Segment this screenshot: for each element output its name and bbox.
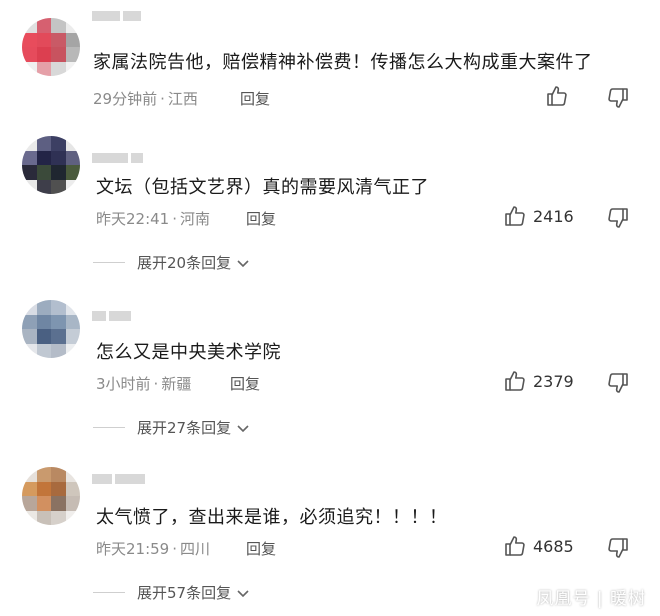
thumbs-up-icon — [505, 206, 525, 226]
comment-location: 河南 — [180, 210, 211, 228]
chevron-down-icon — [237, 424, 249, 432]
username-redacted — [92, 306, 182, 321]
thumbs-down-icon — [608, 373, 628, 393]
avatar[interactable] — [22, 136, 80, 194]
username-redacted — [92, 148, 182, 163]
thumbs-down-icon — [608, 208, 628, 228]
like-count: 4685 — [533, 536, 574, 556]
reply-button[interactable]: 回复 — [246, 538, 276, 559]
expand-replies-label: 展开27条回复 — [137, 419, 232, 437]
comment-time: 29分钟前 — [93, 90, 158, 108]
source-watermark: 凤凰号 | 暖树 — [536, 589, 646, 609]
dislike-button[interactable] — [606, 536, 630, 564]
meta-separator: · — [160, 90, 165, 108]
avatar[interactable] — [22, 300, 80, 358]
chevron-down-icon — [237, 589, 249, 597]
username-redacted — [92, 6, 182, 21]
reply-button[interactable]: 回复 — [246, 208, 276, 229]
thumbs-up-icon — [505, 371, 525, 391]
chevron-down-icon — [237, 259, 249, 267]
comment-text: 家属法院告他，赔偿精神补偿费！传播怎么大构成重大案件了 — [93, 52, 593, 73]
meta-separator: · — [172, 540, 178, 558]
avatar[interactable] — [22, 18, 80, 76]
like-button[interactable]: 2416 — [503, 204, 574, 228]
dislike-button[interactable] — [606, 206, 630, 234]
comment-text: 怎么又是中央美术学院 — [96, 342, 281, 363]
comment-item: 文坛（包括文艺界）真的需要风清气正了 昨天22:41 · 河南 回复 2416 展开… — [0, 120, 660, 290]
expand-replies-button[interactable]: 展开20条回复 — [93, 252, 251, 273]
comment-item: 家属法院告他，赔偿精神补偿费！传播怎么大构成重大案件了 29分钟前 · 江西 回复 — [0, 0, 660, 120]
comment-time: 昨天22:41 — [96, 210, 170, 228]
like-button[interactable]: 4685 — [503, 534, 574, 558]
comment-item: 怎么又是中央美术学院 3小时前 · 新疆 回复 2379 展开27条回复 — [0, 290, 660, 455]
meta-separator: · — [153, 375, 159, 393]
divider-line — [93, 427, 125, 428]
comment-time: 3小时前 — [96, 375, 151, 393]
comment-meta: 昨天21:59 · 四川 — [96, 538, 210, 559]
reply-button[interactable]: 回复 — [230, 373, 260, 394]
like-count: 2379 — [533, 371, 574, 391]
reply-button[interactable]: 回复 — [240, 88, 270, 109]
expand-replies-label: 展开57条回复 — [137, 584, 232, 602]
thumbs-down-icon — [608, 538, 628, 558]
comment-location: 江西 — [167, 90, 198, 108]
dislike-button[interactable] — [606, 86, 630, 114]
avatar[interactable] — [22, 467, 80, 525]
meta-separator: · — [172, 210, 178, 228]
comment-meta: 3小时前 · 新疆 — [96, 373, 191, 394]
username-redacted — [92, 469, 182, 484]
expand-replies-button[interactable]: 展开27条回复 — [93, 417, 251, 438]
thumbs-up-icon — [547, 86, 567, 106]
like-count: 2416 — [533, 206, 574, 226]
divider-line — [93, 262, 125, 263]
comment-meta: 昨天22:41 · 河南 — [96, 208, 210, 229]
comment-location: 四川 — [180, 540, 211, 558]
comment-time: 昨天21:59 — [96, 540, 170, 558]
like-button[interactable]: 2379 — [503, 369, 574, 393]
comment-meta: 29分钟前 · 江西 — [93, 88, 198, 109]
expand-replies-button[interactable]: 展开57条回复 — [93, 582, 251, 603]
divider-line — [93, 592, 125, 593]
thumbs-down-icon — [608, 88, 628, 108]
thumbs-up-icon — [505, 536, 525, 556]
dislike-button[interactable] — [606, 371, 630, 399]
expand-replies-label: 展开20条回复 — [137, 254, 232, 272]
comment-location: 新疆 — [161, 375, 192, 393]
comment-text: 太气愤了，查出来是谁，必须追究！！！！ — [96, 507, 448, 528]
comment-text: 文坛（包括文艺界）真的需要风清气正了 — [96, 177, 429, 198]
like-button[interactable] — [545, 84, 575, 108]
